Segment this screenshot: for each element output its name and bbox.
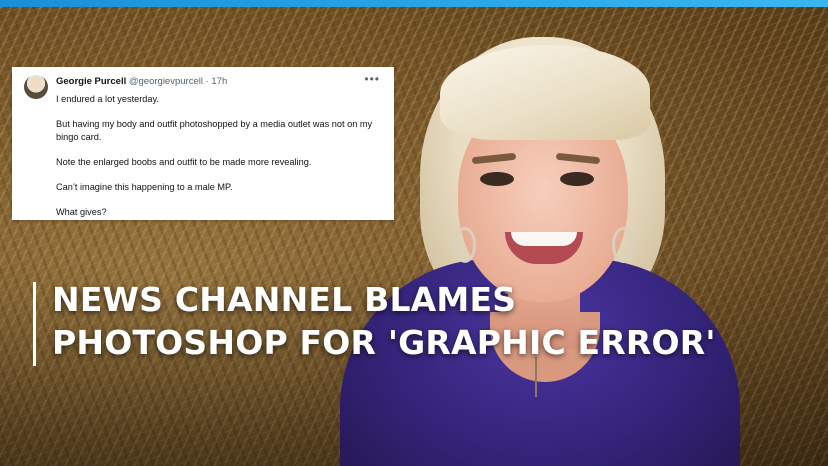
top-accent-bar [0,0,828,7]
tweet-line: I endured a lot yesterday. [56,94,159,104]
headline-accent-line [33,282,36,366]
tweet-text: I endured a lot yesterday. But having my… [56,93,384,231]
avatar [24,75,48,99]
headline-line-1: NEWS CHANNEL BLAMES [52,280,517,319]
tweet-line: Can’t imagine this happening to a male M… [56,181,233,192]
tweet-separator: · [205,76,209,87]
tweet-card: Georgie Purcell @georgievpurcell · 17h •… [12,67,394,220]
right-earring [612,227,634,263]
more-horizontal-icon: ••• [364,72,380,86]
left-eye [480,172,514,186]
tweet-header: Georgie Purcell @georgievpurcell · 17h [56,76,227,87]
tweet-line: What gives? [56,206,107,217]
teeth [511,232,577,246]
right-eye [560,172,594,186]
headline: NEWS CHANNEL BLAMES PHOTOSHOP FOR 'GRAPH… [52,278,716,364]
tweet-author-handle: @georgievpurcell [128,76,203,87]
tweet-author-name: Georgie Purcell [56,76,127,87]
left-earring [454,227,476,263]
tweet-timestamp: 17h [211,76,228,87]
hair-fringe [440,45,650,140]
headline-line-2: PHOTOSHOP FOR 'GRAPHIC ERROR' [52,323,716,362]
tweet-line: But having my body and outfit photoshopp… [56,119,373,142]
tweet-line: Note the enlarged boobs and outfit to be… [56,156,312,167]
